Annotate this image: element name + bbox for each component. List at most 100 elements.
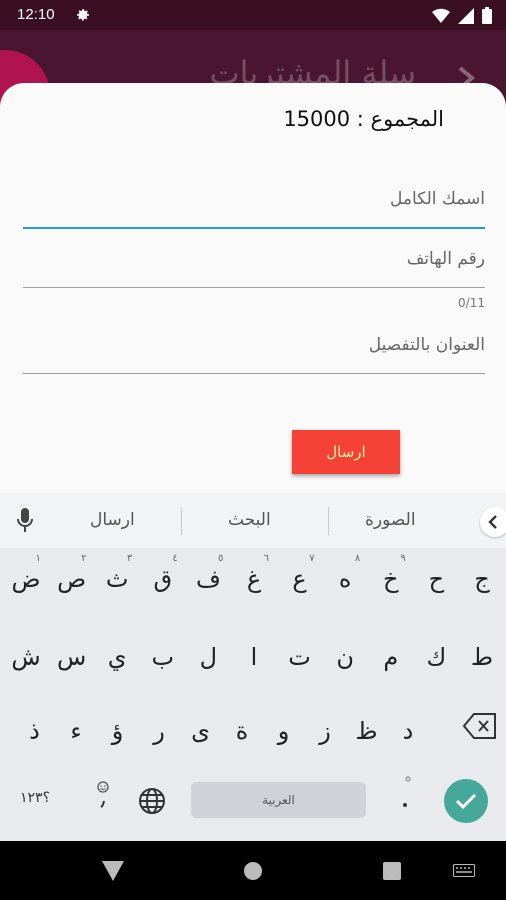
chevron-left-icon <box>488 515 497 529</box>
key-label: ح <box>428 564 445 593</box>
status-time: 12:10 <box>17 6 55 23</box>
keyboard-switch-icon[interactable] <box>453 864 475 880</box>
key[interactable]: ق٤ <box>140 551 186 606</box>
key[interactable]: ج <box>459 551 505 606</box>
status-icons <box>432 7 492 24</box>
suggestion-bar: ارسال البحث الصورة <box>0 493 506 548</box>
signal-icon <box>458 7 474 24</box>
key[interactable]: ب <box>140 629 186 684</box>
key-label: ن <box>336 642 354 671</box>
globe-icon[interactable] <box>138 787 166 815</box>
key-label: ض <box>11 564 41 593</box>
key[interactable]: ي <box>94 629 140 684</box>
period-key[interactable] <box>398 775 418 811</box>
key-label: خ <box>383 564 399 593</box>
key-label: س <box>56 642 87 671</box>
full-name-field[interactable]: اسمك الكامل <box>23 183 485 231</box>
key[interactable]: ح <box>413 551 459 606</box>
key-row-3: دظزوةىرؤء ذ <box>0 703 506 758</box>
key[interactable]: ذ <box>12 703 58 758</box>
key-label: ف <box>195 564 221 593</box>
key-row-2: طكمنت ا لبيسش <box>0 629 506 684</box>
space-key[interactable]: العربية <box>191 782 366 818</box>
key-label: ء <box>70 716 82 745</box>
key[interactable]: ا <box>231 629 277 684</box>
key[interactable]: خ٩ <box>368 551 414 606</box>
home-circle-icon[interactable] <box>243 861 263 881</box>
phone-field[interactable]: رقم الهاتف <box>23 243 485 291</box>
address-underline <box>23 373 485 374</box>
key-hint: ٥ <box>218 553 224 564</box>
key-label: ذ <box>29 716 40 745</box>
suggestion-1[interactable]: الصورة <box>365 510 416 530</box>
key-label: ؤ <box>111 716 124 745</box>
order-total: المجموع : 15000 <box>283 107 444 131</box>
address-field[interactable]: العنوان بالتفصيل <box>23 329 485 377</box>
key[interactable]: ن <box>322 629 368 684</box>
key-row-1: جحخ٩ه٨ع٧غ٦ف٥ق٤ث٣ص٢ض١ <box>0 551 506 606</box>
key[interactable]: ض١ <box>3 551 49 606</box>
key[interactable]: ط <box>459 629 505 684</box>
key-hint: ٦ <box>263 553 269 564</box>
key[interactable]: ظ <box>344 703 390 758</box>
status-bar: 12:10 <box>0 0 506 30</box>
key[interactable]: س <box>49 629 95 684</box>
suggestion-expand-button[interactable] <box>480 507 506 537</box>
back-triangle-icon[interactable] <box>102 861 124 881</box>
recents-square-icon[interactable] <box>383 862 401 880</box>
send-button[interactable]: ارسال <box>292 430 400 474</box>
key-label: ك <box>426 642 447 671</box>
key-label: ج <box>474 564 490 593</box>
suggestion-divider <box>328 507 329 535</box>
key[interactable]: ث٣ <box>94 551 140 606</box>
battery-icon <box>482 7 492 24</box>
key-label: ص <box>57 564 87 593</box>
key[interactable]: ه٨ <box>322 551 368 606</box>
key-label: ة <box>235 716 249 745</box>
key[interactable]: غ٦ <box>231 551 277 606</box>
emoji-comma-key[interactable] <box>93 779 113 815</box>
key-label: ي <box>107 642 127 671</box>
suggestion-2[interactable]: البحث <box>228 510 271 530</box>
suggestion-divider <box>181 507 182 535</box>
backspace-icon[interactable] <box>462 711 498 741</box>
key[interactable]: و <box>261 703 307 758</box>
key[interactable]: ت <box>277 629 323 684</box>
key-label: ش <box>11 642 41 671</box>
key[interactable]: ك <box>413 629 459 684</box>
key[interactable]: م <box>368 629 414 684</box>
key[interactable]: ؤ <box>95 703 141 758</box>
key[interactable]: ل <box>185 629 231 684</box>
enter-key[interactable] <box>444 779 488 823</box>
key-label: د <box>402 716 414 745</box>
suggestion-3[interactable]: ارسال <box>90 510 135 530</box>
key-hint: ١ <box>35 553 41 564</box>
key-label: ط <box>470 642 494 671</box>
key-label: غ <box>246 564 262 593</box>
key[interactable]: ء <box>53 703 99 758</box>
key-hint: ٩ <box>400 553 406 564</box>
key[interactable]: ص٢ <box>49 551 95 606</box>
key[interactable]: د <box>385 703 431 758</box>
checkout-sheet: المجموع : 15000 اسمك الكامل رقم الهاتف 0… <box>0 83 506 493</box>
key-label: ه <box>338 564 352 593</box>
key[interactable]: ش <box>3 629 49 684</box>
key-label: ى <box>191 716 210 745</box>
key[interactable]: ع٧ <box>277 551 323 606</box>
key-label: ث <box>105 564 129 593</box>
key[interactable]: ة <box>219 703 265 758</box>
key-label: ع <box>292 564 307 593</box>
phone-counter: 0/11 <box>458 296 485 310</box>
key[interactable]: ر <box>136 703 182 758</box>
full-name-placeholder: اسمك الكامل <box>390 189 485 209</box>
key-hint: ٧ <box>309 553 315 564</box>
key[interactable]: ف٥ <box>185 551 231 606</box>
address-placeholder: العنوان بالتفصيل <box>368 335 485 355</box>
microphone-icon[interactable] <box>16 508 34 534</box>
symbols-key[interactable]: ؟١٢٣ <box>20 790 50 806</box>
soft-keyboard: ارسال البحث الصورة جحخ٩ه٨ع٧غ٦ف٥ق٤ث٣ص٢ض١ … <box>0 493 506 841</box>
key-label: م <box>383 642 399 671</box>
key[interactable]: ى <box>178 703 224 758</box>
key[interactable]: ز <box>302 703 348 758</box>
key-label: ب <box>151 642 175 671</box>
